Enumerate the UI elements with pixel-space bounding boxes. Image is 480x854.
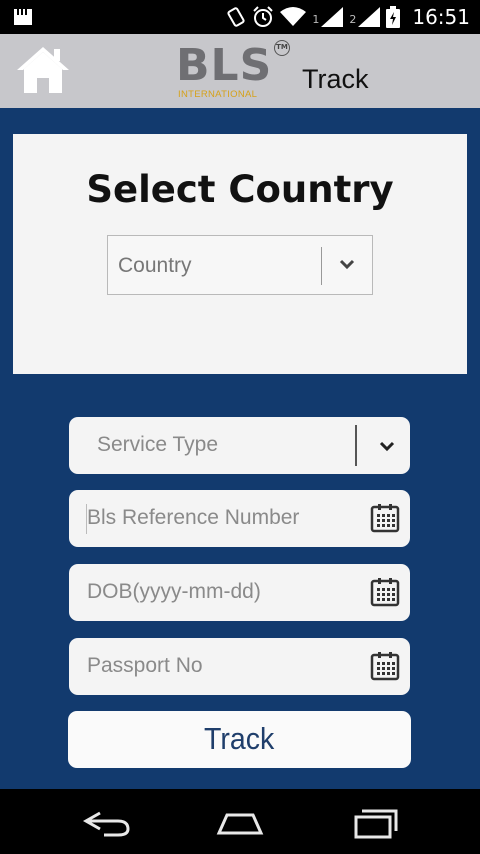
track-button[interactable]: Track	[68, 711, 411, 768]
app-header: BLS TM INTERNATIONAL Track	[0, 34, 480, 108]
logo-text: BLS	[176, 40, 273, 91]
country-dropdown[interactable]: Country	[107, 235, 373, 295]
bls-reference-placeholder: Bls Reference Number	[87, 506, 300, 529]
wifi-icon	[280, 7, 307, 26]
home-icon[interactable]	[14, 43, 72, 97]
track-button-label: Track	[204, 721, 275, 756]
chevron-down-icon	[379, 441, 395, 452]
logo-subtitle: INTERNATIONAL	[178, 89, 258, 100]
dropdown-divider	[355, 425, 357, 466]
alarm-icon	[253, 6, 274, 27]
status-bar: 1 2 16:51	[0, 0, 480, 34]
select-country-card: Select Country Country	[13, 134, 467, 374]
calendar-icon[interactable]	[370, 503, 400, 533]
signal-icon	[321, 7, 344, 27]
calendar-icon[interactable]	[370, 651, 400, 681]
page-title: Track	[302, 64, 369, 94]
chevron-down-icon	[339, 259, 355, 270]
bls-reference-input[interactable]: Bls Reference Number	[69, 490, 410, 547]
calendar-icon[interactable]	[370, 577, 400, 607]
dob-input[interactable]: DOB(yyyy-mm-dd)	[69, 564, 410, 621]
card-title: Select Country	[86, 168, 394, 211]
passport-placeholder: Passport No	[87, 654, 203, 677]
bls-logo: BLS TM INTERNATIONAL	[176, 40, 294, 102]
home-icon[interactable]	[213, 807, 267, 839]
back-icon[interactable]	[80, 807, 134, 839]
recent-apps-icon[interactable]	[348, 807, 402, 839]
clock: 16:51	[412, 5, 470, 29]
dropdown-divider	[321, 247, 322, 285]
country-dropdown-value: Country	[118, 254, 192, 277]
dob-placeholder: DOB(yyyy-mm-dd)	[87, 580, 261, 603]
battery-icon	[386, 6, 401, 28]
sim1-label: 1	[312, 13, 320, 26]
signal-icon	[358, 7, 381, 27]
passport-input[interactable]: Passport No	[69, 638, 410, 695]
service-type-value: Service Type	[97, 433, 219, 456]
vibrate-icon	[227, 7, 245, 27]
sd-card-icon	[14, 9, 32, 25]
service-type-dropdown[interactable]: Service Type	[69, 417, 410, 474]
sim2-label: 2	[349, 13, 357, 26]
trademark-mark: TM	[274, 40, 290, 56]
system-nav-bar	[0, 789, 480, 854]
